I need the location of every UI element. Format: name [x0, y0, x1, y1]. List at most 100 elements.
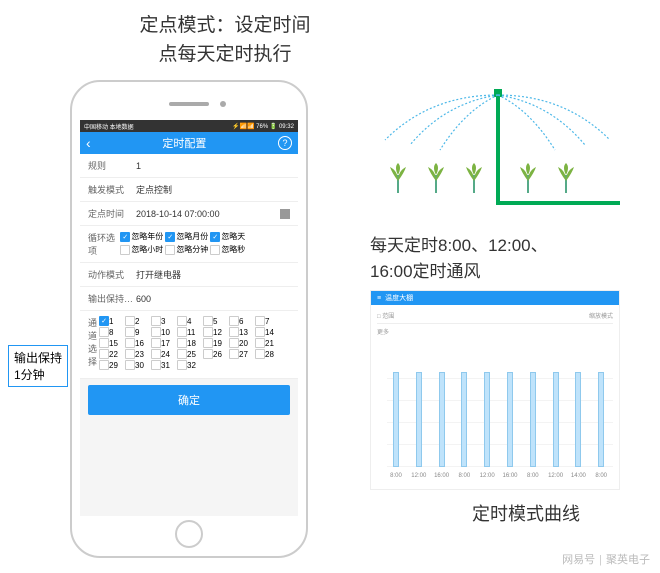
- channel-checkbox[interactable]: 6: [229, 316, 253, 326]
- channel-checkbox[interactable]: 19: [203, 338, 227, 348]
- app-header: ‹ 定时配置 ?: [80, 132, 298, 154]
- channel-checkbox[interactable]: 8: [99, 327, 123, 337]
- channel-checkbox[interactable]: 18: [177, 338, 201, 348]
- chart-title: 温度大棚: [385, 293, 413, 303]
- channel-grid: ✓123456789101112131415161718192021222324…: [99, 316, 290, 370]
- rule-label: 规则: [88, 159, 136, 172]
- channel-checkbox[interactable]: 14: [255, 327, 279, 337]
- status-bar: 中国移动 本地数据 ⚡📶📶 76% 🔋 09:32: [80, 120, 298, 132]
- loop-checkbox[interactable]: 忽略秒: [210, 244, 245, 255]
- channel-checkbox[interactable]: 10: [151, 327, 175, 337]
- chart-area: 8:00 12:00 16:00 8:00 12:00 16:00 8:00 12:00 14:…: [387, 357, 613, 479]
- x-axis-label: 8:00: [595, 473, 607, 479]
- channel-checkbox[interactable]: 17: [151, 338, 175, 348]
- channel-checkbox[interactable]: 26: [203, 349, 227, 359]
- loop-options: ✓忽略年份✓忽略月份✓忽略天忽略小时忽略分钟忽略秒: [120, 231, 290, 255]
- help-button[interactable]: ?: [278, 136, 292, 150]
- channel-checkbox[interactable]: ✓1: [99, 316, 123, 326]
- more-control[interactable]: 更多: [377, 327, 389, 336]
- x-axis-label: 16:00: [502, 473, 517, 479]
- chart-bar: [507, 372, 513, 467]
- sprinkler-illustration: [370, 85, 620, 215]
- chart-bar: [393, 372, 399, 467]
- trigger-select[interactable]: 定点控制: [136, 183, 290, 196]
- channel-checkbox[interactable]: 32: [177, 360, 201, 370]
- scale-control[interactable]: 缩放模式: [589, 311, 613, 320]
- channel-checkbox[interactable]: 25: [177, 349, 201, 359]
- rule-value[interactable]: 1: [136, 161, 290, 171]
- home-button[interactable]: [175, 520, 203, 548]
- chart-bar: [416, 372, 422, 467]
- channel-checkbox[interactable]: 20: [229, 338, 253, 348]
- channel-checkbox[interactable]: 12: [203, 327, 227, 337]
- chart-bar: [598, 372, 604, 467]
- channel-checkbox[interactable]: 31: [151, 360, 175, 370]
- channel-checkbox[interactable]: 28: [255, 349, 279, 359]
- x-axis-label: 8:00: [390, 473, 402, 479]
- action-select[interactable]: 打开继电器: [136, 268, 290, 281]
- status-carrier: 中国移动 本地数据: [84, 122, 134, 131]
- phone-frame: 中国移动 本地数据 ⚡📶📶 76% 🔋 09:32 ‹ 定时配置 ? 规则1 触…: [70, 80, 308, 558]
- x-axis-label: 12:00: [480, 473, 495, 479]
- trigger-label: 触发模式: [88, 183, 136, 196]
- channel-checkbox[interactable]: 5: [203, 316, 227, 326]
- footer-brand: 网易号: [562, 554, 595, 566]
- chart-caption: 定时模式曲线: [472, 500, 580, 526]
- x-axis-label: 8:00: [527, 473, 539, 479]
- channel-checkbox[interactable]: 2: [125, 316, 149, 326]
- chart-bar: [439, 372, 445, 467]
- range-control[interactable]: □ 范围: [377, 311, 394, 320]
- menu-icon[interactable]: ≡: [377, 295, 381, 302]
- channel-checkbox[interactable]: 4: [177, 316, 201, 326]
- chart-bar: [553, 372, 559, 467]
- back-button[interactable]: ‹: [86, 135, 91, 151]
- time-label: 定点时间: [88, 207, 136, 220]
- channel-label: 通道选择: [88, 316, 99, 368]
- channel-checkbox[interactable]: 30: [125, 360, 149, 370]
- chart-bar: [484, 372, 490, 467]
- loop-label: 循环选项: [88, 231, 120, 257]
- loop-checkbox[interactable]: 忽略分钟: [165, 244, 208, 255]
- status-indicators: ⚡📶📶 76% 🔋 09:32: [232, 123, 294, 130]
- chart-controls: □ 范围 缩放模式 更多: [371, 305, 619, 342]
- loop-checkbox[interactable]: 忽略小时: [120, 244, 163, 255]
- calendar-icon[interactable]: [280, 209, 290, 219]
- channel-checkbox[interactable]: 29: [99, 360, 123, 370]
- x-axis-label: 12:00: [548, 473, 563, 479]
- chart-bar: [461, 372, 467, 467]
- chart-bar: [530, 372, 536, 467]
- channel-checkbox[interactable]: 13: [229, 327, 253, 337]
- x-axis-label: 14:00: [571, 473, 586, 479]
- chart-bar: [575, 372, 581, 467]
- channel-checkbox[interactable]: 9: [125, 327, 149, 337]
- action-label: 动作模式: [88, 268, 136, 281]
- x-axis-label: 16:00: [434, 473, 449, 479]
- header-title: 定时配置: [162, 135, 206, 151]
- channel-checkbox[interactable]: 22: [99, 349, 123, 359]
- loop-checkbox[interactable]: ✓忽略天: [210, 231, 245, 242]
- footer: 网易号|聚英电子: [562, 551, 650, 567]
- channel-checkbox[interactable]: 11: [177, 327, 201, 337]
- channel-checkbox[interactable]: 3: [151, 316, 175, 326]
- channel-checkbox[interactable]: 24: [151, 349, 175, 359]
- channel-checkbox[interactable]: 7: [255, 316, 279, 326]
- phone-screen: 中国移动 本地数据 ⚡📶📶 76% 🔋 09:32 ‹ 定时配置 ? 规则1 触…: [80, 120, 298, 516]
- submit-button[interactable]: 确定: [88, 385, 290, 415]
- schedule-description: 每天定时8:00、12:00、 16:00定时通风: [370, 233, 620, 284]
- time-input[interactable]: 2018-10-14 07:00:00: [136, 209, 280, 219]
- channel-checkbox[interactable]: 23: [125, 349, 149, 359]
- hold-input[interactable]: 600: [136, 294, 290, 304]
- x-axis-label: 12:00: [411, 473, 426, 479]
- callout-hold-time: 输出保持 1分钟: [8, 345, 68, 387]
- channel-checkbox[interactable]: 16: [125, 338, 149, 348]
- loop-checkbox[interactable]: ✓忽略年份: [120, 231, 163, 242]
- page-title: 定点模式：设定时间 点每天定时执行: [0, 0, 320, 73]
- channel-checkbox[interactable]: 27: [229, 349, 253, 359]
- channel-checkbox[interactable]: 15: [99, 338, 123, 348]
- hold-label: 输出保持…: [88, 292, 136, 305]
- chart-panel: ≡ 温度大棚 □ 范围 缩放模式 更多 8:00 12:00 16:00 8:00 12…: [370, 290, 620, 490]
- footer-author: 聚英电子: [606, 554, 650, 566]
- x-axis-label: 8:00: [459, 473, 471, 479]
- loop-checkbox[interactable]: ✓忽略月份: [165, 231, 208, 242]
- channel-checkbox[interactable]: 21: [255, 338, 279, 348]
